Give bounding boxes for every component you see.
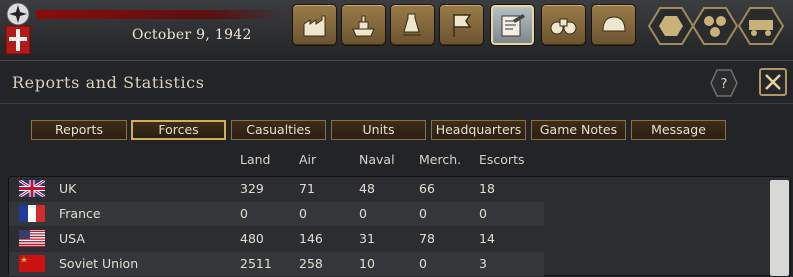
air-value: 146	[299, 231, 323, 246]
merchant-value: 0	[419, 256, 427, 271]
land-value: 0	[240, 206, 248, 221]
reports-button[interactable]	[490, 4, 535, 46]
merchant-value: 0	[419, 206, 427, 221]
title-divider	[0, 103, 793, 104]
column-header-escorts: Escorts	[479, 152, 525, 167]
naval-button[interactable]	[341, 4, 386, 46]
research-button[interactable]	[390, 4, 435, 46]
table-row[interactable]: France 0 0 0 0 0	[9, 202, 544, 226]
column-header-merchant: Merch.	[419, 152, 462, 167]
escorts-value: 14	[479, 231, 495, 246]
land-value: 2511	[240, 256, 272, 271]
tab-headquarters[interactable]: Headquarters	[431, 120, 526, 140]
soviet-flag-icon	[19, 255, 45, 272]
uk-flag-icon	[19, 180, 45, 197]
intelligence-button[interactable]	[541, 4, 586, 46]
air-value: 258	[299, 256, 323, 271]
production-icon	[303, 15, 326, 37]
escorts-value: 18	[479, 181, 495, 196]
tab-message[interactable]: Message	[631, 120, 726, 140]
reports-icon	[501, 14, 525, 37]
column-header-air: Air	[299, 152, 317, 167]
tab-forces[interactable]: Forces	[131, 120, 226, 140]
game-date: October 9, 1942	[132, 27, 252, 43]
naval-value: 10	[359, 256, 375, 271]
train-icon[interactable]	[738, 6, 784, 46]
intelligence-binoculars-icon	[550, 18, 577, 35]
help-button[interactable]: ?	[710, 69, 738, 97]
diplomacy-button[interactable]	[439, 4, 484, 46]
country-name: Soviet Union	[59, 256, 139, 271]
close-button[interactable]	[759, 68, 787, 96]
escorts-value: 0	[479, 206, 487, 221]
top-bar: October 9, 1942	[0, 0, 793, 61]
faction-color-strip	[36, 10, 284, 19]
naval-value: 0	[359, 206, 367, 221]
single-hex-icon[interactable]	[648, 6, 694, 46]
naval-value: 31	[359, 231, 375, 246]
naval-value: 48	[359, 181, 375, 196]
faction-flag-icon[interactable]	[3, 2, 33, 56]
tab-reports[interactable]: Reports	[31, 120, 127, 140]
tab-game-notes[interactable]: Game Notes	[531, 120, 626, 140]
table-row[interactable]: UK 329 71 48 66 18	[9, 177, 544, 201]
air-value: 71	[299, 181, 315, 196]
table-row[interactable]: USA 480 146 31 78 14	[9, 227, 544, 251]
table-row[interactable]: Soviet Union 2511 258 10 0 3	[9, 252, 544, 276]
close-icon	[765, 74, 781, 90]
land-value: 480	[240, 231, 264, 246]
escorts-value: 3	[479, 256, 487, 271]
air-value: 0	[299, 206, 307, 221]
diplomacy-flag-icon	[453, 14, 472, 37]
help-icon: ?	[721, 77, 728, 92]
country-name: France	[59, 206, 101, 221]
army-helmet-icon	[602, 16, 626, 32]
merchant-value: 78	[419, 231, 435, 246]
column-header-land: Land	[240, 152, 271, 167]
army-button[interactable]	[591, 4, 636, 46]
research-icon	[403, 13, 421, 36]
merchant-value: 66	[419, 181, 435, 196]
land-value: 329	[240, 181, 264, 196]
country-name: USA	[59, 231, 85, 246]
naval-icon	[352, 15, 375, 37]
usa-flag-icon	[19, 230, 45, 247]
france-flag-icon	[19, 205, 45, 222]
window-title: Reports and Statistics	[12, 73, 205, 92]
production-button[interactable]	[292, 4, 337, 46]
tab-casualties[interactable]: Casualties	[231, 120, 326, 140]
country-name: UK	[59, 181, 77, 196]
column-header-naval: Naval	[359, 152, 395, 167]
tab-units[interactable]: Units	[331, 120, 426, 140]
hex-cluster-icon[interactable]	[692, 6, 738, 46]
table-scrollbar[interactable]	[770, 180, 789, 276]
